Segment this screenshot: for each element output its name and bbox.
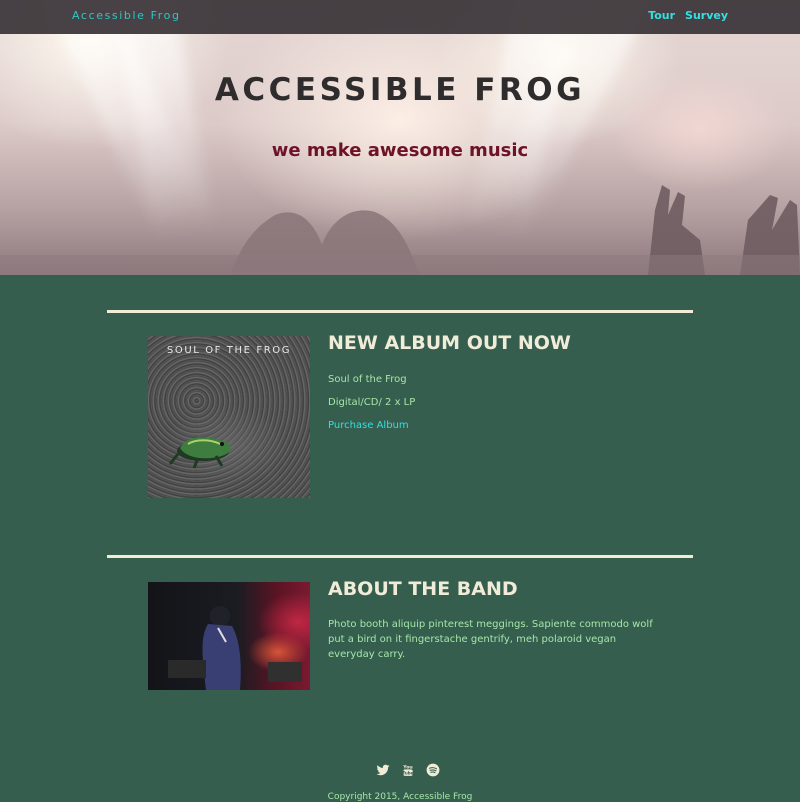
brand-link[interactable]: Accessible Frog [72,9,181,22]
section-divider [107,555,693,558]
svg-text:Tube: Tube [403,771,414,776]
top-navbar: Accessible Frog Tour Survey [0,0,800,34]
about-heading: ABOUT THE BAND [328,578,518,600]
singer-figure [168,606,302,690]
album-formats: Digital/CD/ 2 x LP [328,397,416,408]
youtube-icon[interactable]: You Tube [401,762,415,776]
album-heading: NEW ALBUM OUT NOW [328,332,571,354]
hero-subtitle: we make awesome music [271,140,529,161]
album-cover-image: SOUL OF THE FROG [148,336,310,498]
nav-link-survey[interactable]: Survey [685,9,728,22]
copyright-text: Copyright 2015, Accessible Frog [327,792,473,802]
spotify-icon[interactable] [426,762,440,777]
frog-illustration [168,437,231,469]
social-links: You Tube [376,762,440,777]
about-text: Photo booth aliquip pinterest meggings. … [328,619,653,660]
album-name: Soul of the Frog [328,374,407,385]
purchase-album-link[interactable]: Purchase Album [328,420,409,431]
svg-text:You: You [402,764,412,770]
nav-links: Tour Survey [648,9,728,22]
nav-link-tour[interactable]: Tour [648,9,675,22]
hero-title: ACCESSIBLE FROG [214,72,586,108]
hero-banner: ACCESSIBLE FROG we make awesome music [0,0,800,275]
crowd-silhouette [0,185,800,275]
twitter-icon[interactable] [376,762,390,776]
section-divider [107,310,693,313]
band-photo [148,582,310,690]
